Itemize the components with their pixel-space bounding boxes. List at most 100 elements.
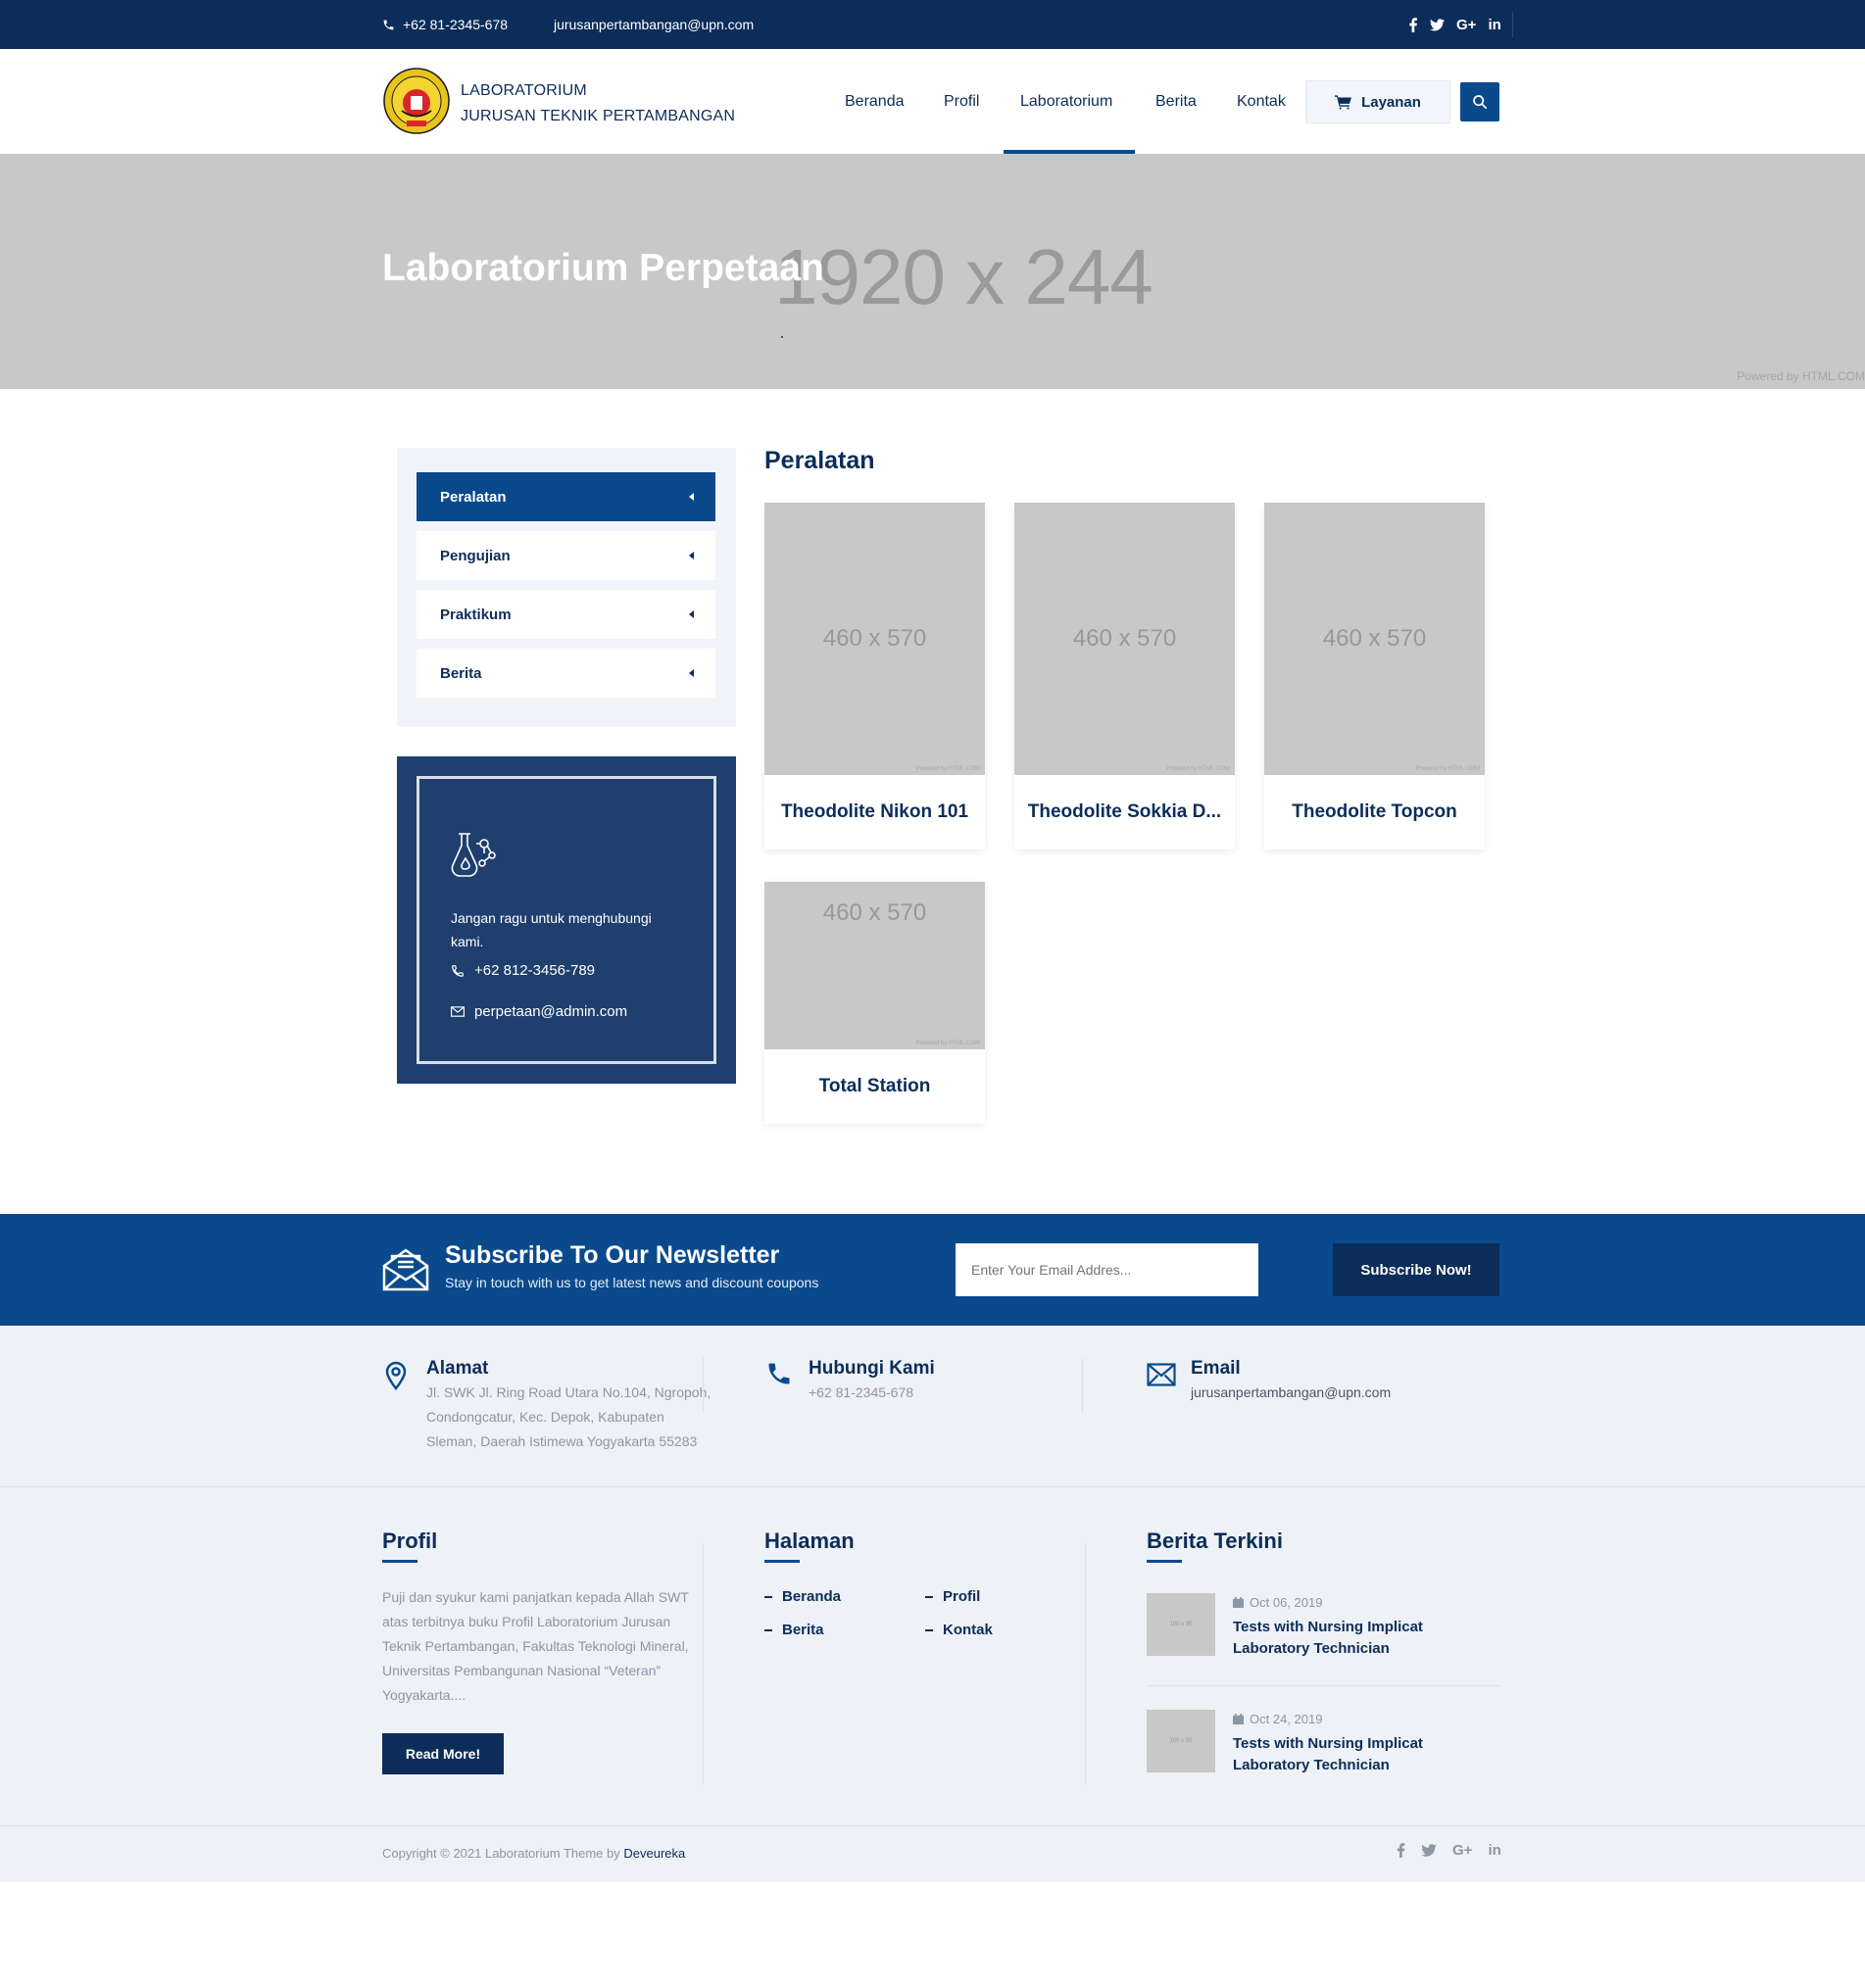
nav-profil[interactable]: Profil: [944, 49, 979, 154]
equipment-card[interactable]: 460 x 570 Powered by HTML.COM Theodolite…: [764, 503, 985, 849]
news-thumbnail[interactable]: 100 x 95: [1147, 1710, 1215, 1772]
layanan-button[interactable]: Layanan: [1305, 80, 1450, 123]
header: LABORATORIUM JURUSAN TEKNIK PERTAMBANGAN…: [0, 49, 1865, 154]
sidebar-item-label: Berita: [440, 664, 482, 682]
twitter-icon[interactable]: [1430, 18, 1445, 31]
nav-berita[interactable]: Berita: [1155, 49, 1197, 154]
twitter-icon[interactable]: [1421, 1844, 1437, 1857]
hero-powered-text: Powered by HTML.COM: [1737, 369, 1865, 383]
dash-icon: [764, 1595, 772, 1598]
footer-divider: [0, 1825, 1865, 1826]
newsletter-title: Subscribe To Our Newsletter: [445, 1241, 780, 1269]
dash-icon: [925, 1595, 933, 1598]
footer-link-beranda[interactable]: Beranda: [764, 1588, 841, 1605]
sidebar-item-label: Praktikum: [440, 606, 512, 623]
equipment-card[interactable]: 460 x 570 Powered by HTML.COM Theodolite…: [1014, 503, 1235, 849]
contact-phone[interactable]: +62 81-2345-678: [809, 1381, 913, 1405]
footer-divider: [1082, 1358, 1083, 1413]
caret-left-icon: [689, 610, 694, 618]
equipment-name: Total Station: [818, 1076, 931, 1096]
equipment-card[interactable]: 460 x 570 Powered by HTML.COM Total Stat…: [764, 882, 985, 1124]
caret-left-icon: [689, 493, 694, 501]
contact-email[interactable]: jurusanpertambangan@upn.com: [1191, 1381, 1391, 1405]
sidebar-item-peralatan[interactable]: Peralatan: [417, 472, 715, 521]
caret-left-icon: [689, 552, 694, 559]
sidebar-item-label: Peralatan: [440, 488, 507, 506]
address-title: Alamat: [426, 1358, 489, 1379]
contact-box-email-text: perpetaan@admin.com: [474, 1003, 628, 1020]
contact-box-email[interactable]: perpetaan@admin.com: [451, 1003, 627, 1020]
equipment-name: Theodolite Topcon: [1292, 801, 1457, 822]
contact-box-frame: Jangan ragu untuk menghubungi kami. +62 …: [417, 776, 716, 1064]
google-plus-icon[interactable]: G+: [1452, 1842, 1472, 1859]
news-date-text: Oct 06, 2019: [1250, 1595, 1323, 1610]
nav-kontak[interactable]: Kontak: [1237, 49, 1286, 154]
news-title[interactable]: Tests with Nursing Implicat Laboratory T…: [1233, 1617, 1458, 1660]
footer-social: G+ in: [1397, 1842, 1501, 1859]
footer-link-label: Profil: [943, 1588, 981, 1605]
heading-underline: [382, 1560, 417, 1563]
equipment-image: 460 x 570 Powered by HTML.COM: [1014, 503, 1235, 775]
news-divider: [1147, 1685, 1499, 1686]
facebook-icon[interactable]: [1408, 17, 1418, 32]
nav-beranda[interactable]: Beranda: [845, 49, 905, 154]
news-date: Oct 06, 2019: [1233, 1595, 1322, 1610]
map-pin-icon: [385, 1361, 407, 1390]
brand-line-2: JURUSAN TEKNIK PERTAMBANGAN: [461, 108, 736, 124]
nav-laboratorium[interactable]: Laboratorium: [1020, 49, 1112, 154]
sidebar-item-praktikum[interactable]: Praktikum: [417, 590, 715, 639]
topbar-email-text: jurusanpertambangan@upn.com: [554, 17, 755, 32]
footer-link-label: Kontak: [943, 1622, 993, 1638]
news-date: Oct 24, 2019: [1233, 1712, 1322, 1726]
calendar-icon: [1233, 1714, 1244, 1724]
section-title: Peralatan: [764, 447, 875, 474]
contact-box-phone[interactable]: +62 812-3456-789: [451, 962, 595, 979]
university-logo[interactable]: [382, 67, 451, 135]
facebook-icon[interactable]: [1397, 1843, 1405, 1858]
copyright-brand-link[interactable]: Deveureka: [623, 1846, 685, 1861]
nav-berita-label: Berita: [1155, 92, 1197, 110]
laboratory-icon: [451, 833, 496, 877]
sidebar-item-pengujian[interactable]: Pengujian: [417, 531, 715, 580]
news-thumbnail[interactable]: 100 x 95: [1147, 1593, 1215, 1656]
footer-link-berita[interactable]: Berita: [764, 1622, 824, 1638]
profil-heading: Profil: [382, 1528, 438, 1553]
copyright-prefix: Copyright © 2021 Laboratorium Theme by: [382, 1846, 620, 1861]
footer-divider: [703, 1358, 704, 1413]
halaman-heading: Halaman: [764, 1528, 855, 1553]
sidebar-item-label: Pengujian: [440, 547, 511, 564]
newsletter-email-input[interactable]: [956, 1243, 1258, 1296]
brand-text[interactable]: LABORATORIUM JURUSAN TEKNIK PERTAMBANGAN: [461, 78, 735, 129]
linkedin-icon[interactable]: in: [1488, 1842, 1500, 1859]
dash-icon: [925, 1628, 933, 1631]
image-powered-text: Powered by HTML.COM: [1165, 766, 1230, 772]
contact-box-phone-text: +62 812-3456-789: [474, 962, 596, 979]
read-more-button[interactable]: Read More!: [382, 1733, 504, 1774]
topbar-email[interactable]: jurusanpertambangan@upn.com: [554, 0, 754, 49]
address-line: Jl. SWK Jl. Ring Road Utara No.104, Ngro…: [426, 1384, 712, 1400]
google-plus-icon[interactable]: G+: [1456, 17, 1476, 33]
footer-divider: [0, 1486, 1865, 1487]
search-button[interactable]: [1460, 82, 1499, 121]
equipment-image: 460 x 570 Powered by HTML.COM: [764, 882, 985, 1049]
topbar-phone[interactable]: +62 81-2345-678: [382, 0, 508, 49]
sidebar-item-berita[interactable]: Berita: [417, 649, 715, 698]
cart-icon: [1335, 94, 1352, 110]
linkedin-icon[interactable]: in: [1488, 17, 1500, 33]
equipment-image: 460 x 570 Powered by HTML.COM: [764, 503, 985, 775]
hero-placeholder-text: 1920 x 244: [774, 233, 1153, 320]
image-powered-text: Powered by HTML.COM: [1415, 766, 1480, 772]
equipment-card[interactable]: 460 x 570 Powered by HTML.COM Theodolite…: [1264, 503, 1485, 849]
sidebar-contact-box: Jangan ragu untuk menghubungi kami. +62 …: [397, 756, 736, 1084]
nav-beranda-label: Beranda: [845, 92, 905, 110]
caret-left-icon: [689, 669, 694, 677]
equipment-name: Theodolite Nikon 101: [780, 801, 969, 822]
phone-icon: [452, 964, 464, 977]
search-icon: [1473, 95, 1488, 110]
address-text: Jl. SWK Jl. Ring Road Utara No.104, Ngro…: [426, 1381, 711, 1454]
footer-link-profil[interactable]: Profil: [925, 1588, 980, 1605]
footer-link-kontak[interactable]: Kontak: [925, 1622, 993, 1638]
equipment-image: 460 x 570 Powered by HTML.COM: [1264, 503, 1485, 775]
news-title[interactable]: Tests with Nursing Implicat Laboratory T…: [1233, 1733, 1458, 1776]
subscribe-button[interactable]: Subscribe Now!: [1333, 1243, 1499, 1296]
